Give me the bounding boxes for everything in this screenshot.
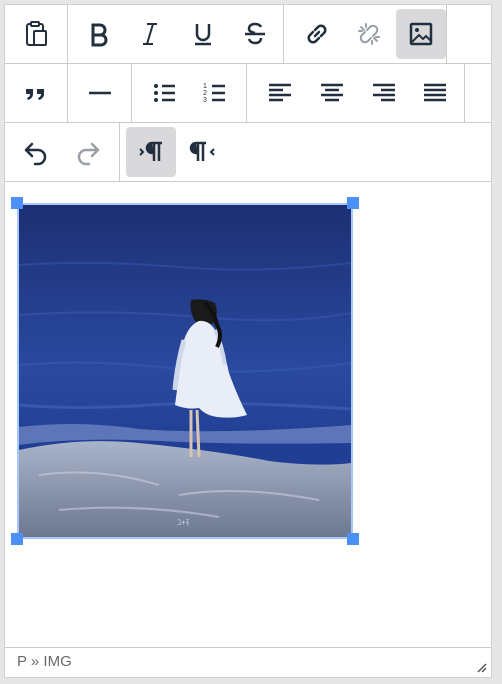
bulleted-list-button[interactable]	[140, 68, 190, 118]
justify-icon	[424, 83, 446, 102]
element-path[interactable]: P » IMG	[17, 653, 72, 670]
resize-handle-bottom-left[interactable]	[11, 533, 23, 545]
toolbar-group-quote	[5, 64, 68, 122]
toolbar-group-lists: 1 2 3	[132, 64, 247, 122]
toolbar-group-hr	[68, 64, 132, 122]
strikethrough-icon	[245, 22, 265, 45]
horizontal-rule-button[interactable]	[75, 68, 125, 118]
strikethrough-button[interactable]	[230, 9, 280, 59]
paste-button[interactable]	[11, 9, 61, 59]
italic-button[interactable]	[125, 9, 175, 59]
align-center-button[interactable]	[307, 68, 357, 118]
link-icon	[307, 24, 327, 44]
clipboard-icon	[26, 21, 47, 46]
bulleted-list-icon	[154, 84, 175, 102]
italic-icon	[143, 23, 157, 45]
undo-button[interactable]	[11, 127, 61, 177]
numbered-list-button[interactable]: 1 2 3	[190, 68, 240, 118]
toolbar-row-3	[5, 123, 491, 182]
unlink-button[interactable]	[344, 9, 394, 59]
toolbar-group-align	[247, 64, 465, 122]
rtl-direction-icon	[189, 141, 215, 161]
rich-text-editor: 1 2 3 ｺ+ﾓ P » IMG	[4, 4, 492, 678]
justify-button[interactable]	[410, 68, 460, 118]
bold-icon	[91, 23, 108, 47]
bold-button[interactable]	[74, 9, 124, 59]
ordered-list-digit: 3	[203, 97, 207, 104]
quote-icon	[26, 89, 44, 100]
ocean-photo: ｺ+ﾓ	[19, 205, 351, 537]
redo-icon	[77, 142, 100, 166]
blockquote-button[interactable]	[11, 68, 61, 118]
resize-grip-icon[interactable]	[475, 661, 487, 673]
underline-button[interactable]	[178, 9, 228, 59]
toolbar-group-format	[68, 5, 284, 63]
underline-icon	[195, 24, 211, 46]
ordered-list-digit: 2	[203, 90, 207, 97]
redo-button[interactable]	[63, 127, 113, 177]
link-button[interactable]	[292, 9, 342, 59]
resize-handle-top-left[interactable]	[11, 197, 23, 209]
toolbar-row-2: 1 2 3	[5, 64, 491, 123]
align-right-icon	[373, 83, 395, 102]
resize-handle-bottom-right[interactable]	[347, 533, 359, 545]
resize-handle-top-right[interactable]	[347, 197, 359, 209]
image-icon	[409, 22, 433, 46]
toolbar-group-history	[5, 123, 120, 181]
align-left-button[interactable]	[255, 68, 305, 118]
image-button[interactable]	[396, 9, 446, 59]
ltr-button[interactable]	[126, 127, 176, 177]
unlink-icon	[358, 23, 380, 45]
horizontal-rule-icon	[89, 91, 111, 95]
ltr-direction-icon	[139, 141, 162, 161]
align-left-icon	[269, 83, 291, 102]
toolbar-group-clipboard	[5, 5, 68, 63]
status-bar: P » IMG	[5, 647, 491, 677]
ordered-list-digit: 1	[203, 83, 207, 90]
toolbar-row-1	[5, 5, 491, 64]
rtl-button[interactable]	[178, 127, 228, 177]
align-right-button[interactable]	[359, 68, 409, 118]
undo-icon	[24, 142, 47, 166]
image-watermark: ｺ+ﾓ	[177, 518, 190, 527]
align-center-icon	[321, 83, 343, 102]
selected-image[interactable]: ｺ+ﾓ	[11, 197, 359, 545]
toolbar-group-insert	[284, 5, 447, 63]
editor-content[interactable]: ｺ+ﾓ	[5, 182, 491, 647]
numbered-list-icon: 1 2 3	[203, 83, 225, 104]
